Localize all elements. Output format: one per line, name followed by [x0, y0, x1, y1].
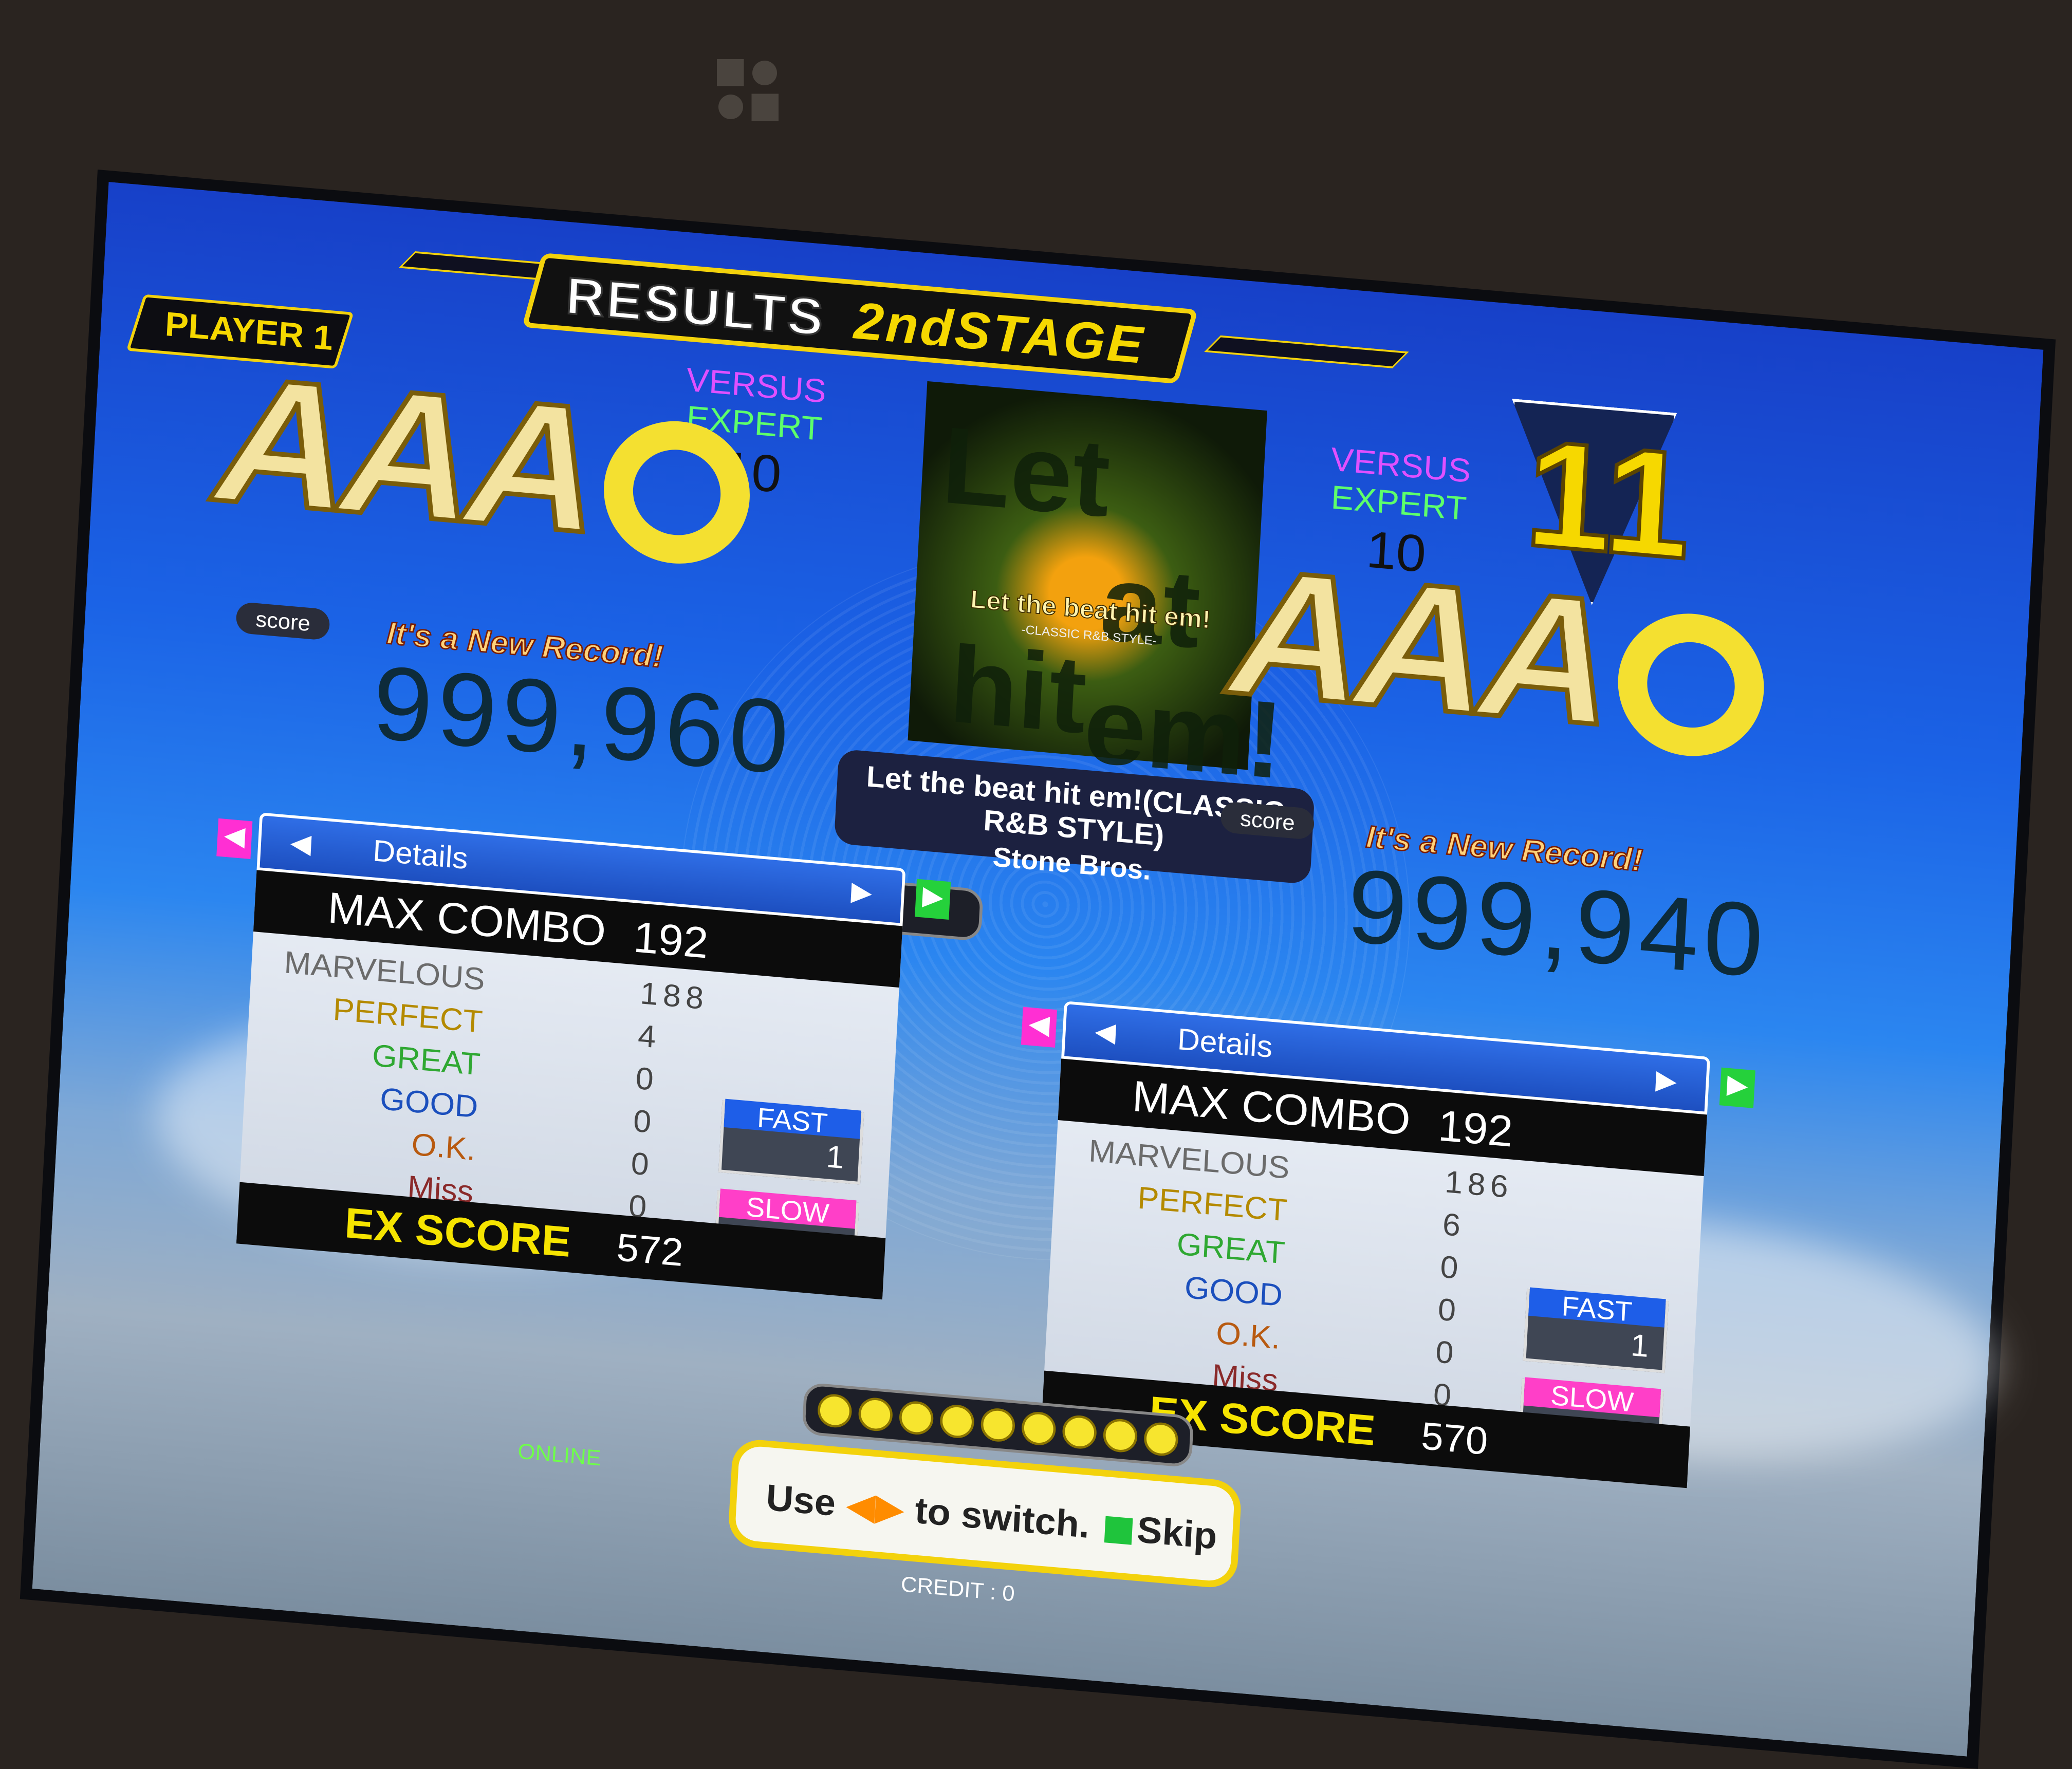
p1-details-label: Details — [372, 833, 469, 876]
p1-stats: MAX COMBO 192 MARVELOUS 188 PERFECT 4 GREA… — [236, 870, 903, 1300]
chevron-right-icon: ▶ — [1655, 1064, 1678, 1096]
chevron-right-icon: ▶ — [850, 876, 873, 907]
chevron-left-icon: ◀ — [289, 827, 312, 859]
ex-score-label: EX SCORE — [343, 1199, 572, 1267]
p1-ex-score: 572 — [615, 1225, 684, 1275]
p1-score-tag: score — [235, 601, 331, 641]
gauge-hex-icon — [857, 1396, 894, 1432]
p2-prev-page-icon[interactable]: ◀ — [1021, 1007, 1057, 1048]
p2-details-label: Details — [1176, 1021, 1273, 1064]
gauge-hex-icon — [898, 1400, 934, 1436]
gauge-hex-icon — [939, 1403, 975, 1440]
wall-logo-icon — [709, 51, 786, 128]
p1-grade: AAA — [209, 334, 756, 587]
credit-counter: CREDIT : 0 — [900, 1571, 1015, 1606]
p1-next-page-icon[interactable]: ▶ — [915, 879, 951, 920]
online-status: ONLINE — [517, 1438, 602, 1470]
green-button-icon — [1104, 1516, 1133, 1545]
hint-use: Use — [765, 1476, 837, 1524]
p1-fast: 1 — [825, 1138, 845, 1175]
hint-switch: to switch. — [914, 1489, 1091, 1546]
wall-notice — [802, 57, 1624, 81]
header-wing-right — [1204, 335, 1409, 368]
fast-label: FAST — [1528, 1287, 1666, 1328]
p1-prev-page-icon[interactable]: ◀ — [216, 818, 253, 860]
song-jacket: Let at hit em! Let the beat hit em! -CLA… — [908, 381, 1286, 802]
p2-max-combo: 192 — [1437, 1101, 1514, 1157]
p2-ex-score: 570 — [1420, 1414, 1489, 1463]
gauge-hex-icon — [1143, 1421, 1179, 1458]
slow-label: SLOW — [1523, 1377, 1661, 1418]
chevron-left-icon: ◀ — [1094, 1015, 1117, 1048]
p2-fast: 1 — [1630, 1327, 1650, 1364]
p1-details-panel: ◀ ◀ Details ▶ ▶ MAX COMBO 192 MARVELOUS 1… — [216, 812, 951, 1300]
left-right-arrows-icon: ◀▶ — [845, 1483, 906, 1530]
game-screen: RESULTS 2ndSTAGE PLAYER 1 11 VERSUS EXPER… — [20, 170, 2056, 1769]
results-header: RESULTS 2ndSTAGE — [522, 252, 1198, 385]
p1-fast-box: FAST 1 — [718, 1098, 864, 1185]
slow-label: SLOW — [718, 1188, 857, 1230]
p2-full-combo-ring-icon — [1614, 607, 1768, 762]
gauge-hex-icon — [1102, 1418, 1138, 1454]
fast-label: FAST — [724, 1098, 862, 1139]
gauge-hex-icon — [1021, 1410, 1057, 1447]
p2-next-page-icon[interactable]: ▶ — [1719, 1067, 1755, 1108]
gauge-hex-icon — [980, 1407, 1016, 1443]
gauge-hex-icon — [1061, 1414, 1098, 1450]
p2-fast-box: FAST 1 — [1523, 1287, 1669, 1373]
skip-button[interactable]: Skip — [1136, 1509, 1218, 1557]
p1-max-combo: 192 — [632, 913, 710, 968]
p1-score: 999,960 — [370, 643, 797, 796]
p1-full-combo-ring-icon — [600, 415, 754, 570]
p2-score: 999,940 — [1344, 847, 1771, 1000]
gauge-hex-icon — [817, 1392, 853, 1429]
